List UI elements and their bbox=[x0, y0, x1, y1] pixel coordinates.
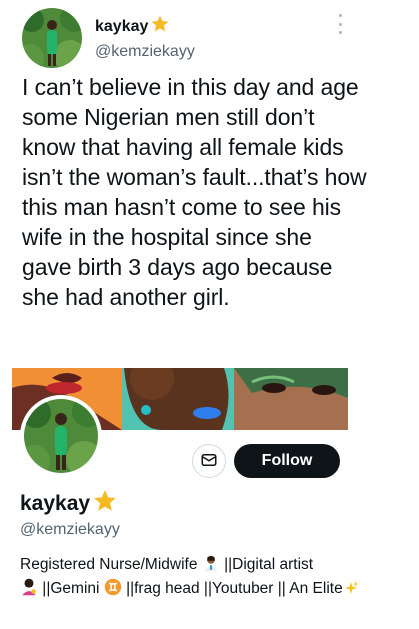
gemini-icon bbox=[104, 578, 122, 602]
bio-text: Registered Nurse/Midwife bbox=[20, 556, 202, 573]
bio-text: ||frag head ||Youtuber || An Elite bbox=[121, 580, 343, 597]
message-button[interactable] bbox=[192, 444, 226, 478]
profile-handle: @kemziekayy bbox=[20, 521, 120, 538]
tweet-author-avatar[interactable] bbox=[22, 8, 82, 68]
tweet-author-handle[interactable]: @kemziekayy bbox=[95, 43, 195, 61]
profile-name: kaykay bbox=[20, 491, 91, 515]
profile-avatar[interactable] bbox=[20, 395, 102, 477]
bio-text: ||Digital artist bbox=[219, 556, 314, 573]
more-vertical-icon[interactable] bbox=[332, 14, 348, 34]
mail-icon bbox=[200, 451, 218, 472]
bio-text: ||Gemini bbox=[38, 580, 104, 597]
artist-icon bbox=[20, 578, 38, 602]
health-worker-icon bbox=[202, 554, 220, 578]
profile-bio: Registered Nurse/Midwife ||Digital artis… bbox=[20, 554, 360, 602]
star-icon bbox=[92, 488, 118, 519]
tweet-author-name[interactable]: kaykay bbox=[95, 18, 148, 36]
sparkles-icon bbox=[343, 580, 359, 602]
star-icon bbox=[150, 14, 170, 39]
tweet-text: I can’t believe in this day and age some… bbox=[22, 74, 367, 310]
follow-button[interactable]: Follow bbox=[234, 444, 340, 478]
